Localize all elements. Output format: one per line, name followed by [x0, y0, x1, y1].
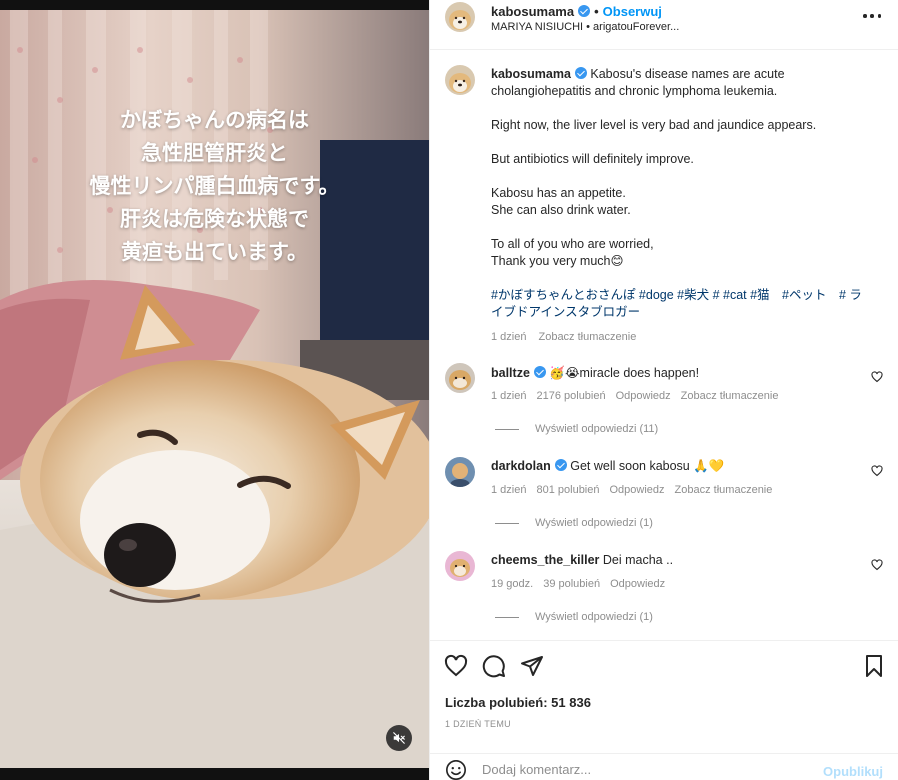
comment-text-row: cheems_the_killer Dei macha .. [491, 553, 673, 567]
comment-text: Dei macha .. [602, 553, 674, 567]
avatar[interactable] [445, 363, 475, 393]
comment-like-heart-icon[interactable] [871, 371, 883, 383]
header-username[interactable]: kabosumama [491, 4, 574, 19]
comment-likes[interactable]: 39 polubień [543, 578, 600, 590]
avatar[interactable] [445, 65, 475, 95]
overlay-line: かぼちゃんの病名は [120, 108, 309, 132]
shiba-avatar-image [445, 65, 475, 95]
comment-text-row: balltze 🥳😭miracle does happen! [491, 365, 699, 381]
comment-text-row: darkdolan Get well soon kabosu 🙏💛 [491, 459, 724, 474]
avatar[interactable] [445, 457, 475, 487]
comment-likes[interactable]: 801 polubień [536, 484, 599, 496]
balltze-avatar-image [445, 363, 475, 393]
comment-likes[interactable]: 2176 polubień [536, 390, 605, 402]
comment-meta: 19 godz. 39 polubień Odpowiedz [491, 578, 675, 590]
likes-count[interactable]: Liczba polubień: 51 836 [445, 695, 591, 710]
verified-badge-icon [574, 67, 587, 79]
view-replies-button[interactable]: Wyświetl odpowiedzi (1) [495, 611, 653, 623]
comment-like-heart-icon[interactable] [871, 559, 883, 571]
overlay-line: 急性胆管肝炎と [141, 141, 288, 165]
comment-text: 🥳😭miracle does happen! [549, 366, 700, 380]
replies-line [495, 616, 519, 618]
see-translation-link[interactable]: Zobacz tłumaczenie [681, 390, 779, 402]
header-audio-subtitle[interactable]: MARIYA NISIUCHI • arigatouForever... [491, 21, 679, 33]
heart-icon[interactable] [444, 654, 468, 678]
more-options-icon[interactable] [863, 10, 881, 22]
view-replies-label: Wyświetl odpowiedzi (11) [535, 423, 659, 435]
caption-paragraph: To all of you who are worried, [491, 237, 654, 251]
caption-text: kabosumama Kabosu's disease names are ac… [491, 66, 871, 346]
reply-button[interactable]: Odpowiedz [616, 390, 671, 402]
replies-line [495, 428, 519, 430]
reply-button[interactable]: Odpowiedz [610, 484, 665, 496]
post-header: kabosumama • Obserwuj MARIYA NISIUCHI • ar… [430, 0, 898, 50]
caption-paragraph: She can also drink water. [491, 203, 631, 217]
verified-badge-icon [554, 459, 567, 471]
post-actions: Liczba polubień: 51 836 1 DZIEŃ TEMU Opu… [430, 640, 898, 780]
publish-button[interactable]: Opublikuj [823, 764, 883, 779]
more-dot [870, 14, 874, 18]
bookmark-icon[interactable] [862, 654, 886, 678]
caption-paragraph: But antibiotics will definitely improve. [491, 152, 694, 166]
more-dot [863, 14, 867, 18]
comment-username[interactable]: balltze [491, 366, 530, 380]
comment-time[interactable]: 1 dzień [491, 390, 526, 402]
speaker-muted-glyph [393, 732, 405, 744]
post-side-panel: kabosumama • Obserwuj MARIYA NISIUCHI • ar… [429, 0, 898, 780]
comment-time[interactable]: 1 dzień [491, 484, 526, 496]
separator-dot: • [594, 4, 599, 19]
header-username-row: kabosumama • Obserwuj [491, 4, 662, 19]
post-timestamp[interactable]: 1 DZIEŃ TEMU [445, 719, 511, 729]
verified-badge-icon [578, 5, 591, 17]
cheems-avatar-image [445, 551, 475, 581]
add-comment-bar: Opublikuj [430, 753, 898, 780]
caption-time[interactable]: 1 dzień [491, 331, 526, 343]
replies-line [495, 522, 519, 524]
see-translation-link[interactable]: Zobacz tłumaczenie [675, 484, 773, 496]
view-replies-label: Wyświetl odpowiedzi (1) [535, 517, 653, 529]
verified-badge-icon [533, 366, 546, 378]
overlay-line: 肝炎は危険な状態で [120, 207, 309, 231]
post-media[interactable]: かぼちゃんの病名は 急性胆管肝炎と 慢性リンパ腫白血病です。 肝炎は危険な状態で… [0, 0, 429, 780]
speaker-muted-icon[interactable] [386, 725, 412, 751]
comment-time[interactable]: 19 godz. [491, 578, 533, 590]
emoji-icon[interactable] [445, 759, 467, 780]
more-dot [877, 14, 881, 18]
media-bottom-bar [0, 768, 429, 780]
comment-input[interactable] [482, 762, 802, 777]
darkdolan-avatar-image [445, 457, 475, 487]
comment-like-heart-icon[interactable] [871, 465, 883, 477]
caption-paragraph: Thank you very much😊 [491, 254, 624, 268]
comment-username[interactable]: cheems_the_killer [491, 553, 599, 567]
shiba-avatar-image [445, 2, 475, 32]
comment-meta: 1 dzień 2176 polubień Odpowiedz Zobacz tłum… [491, 390, 788, 402]
avatar[interactable] [445, 2, 475, 32]
comment-username[interactable]: darkdolan [491, 459, 551, 473]
share-icon[interactable] [520, 654, 544, 678]
view-replies-button[interactable]: Wyświetl odpowiedzi (11) [495, 423, 658, 435]
caption-meta: 1 dzień Zobacz tłumaczenie [491, 329, 871, 346]
view-replies-label: Wyświetl odpowiedzi (1) [535, 611, 653, 623]
reply-button[interactable]: Odpowiedz [610, 578, 665, 590]
comment-meta: 1 dzień 801 polubień Odpowiedz Zobacz tłuma… [491, 484, 782, 496]
overlay-line: 慢性リンパ腫白血病です。 [89, 174, 340, 198]
comment-icon[interactable] [482, 654, 506, 678]
overlay-line: 黄疸も出ています。 [121, 240, 308, 264]
see-translation-link[interactable]: Zobacz tłumaczenie [538, 331, 636, 343]
caption-paragraph: Right now, the liver level is very bad a… [491, 118, 817, 132]
avatar[interactable] [445, 551, 475, 581]
media-top-bar [0, 0, 429, 10]
caption-paragraph: Kabosu has an appetite. [491, 186, 626, 200]
follow-button[interactable]: Obserwuj [603, 4, 662, 19]
video-overlay-caption: かぼちゃんの病名は 急性胆管肝炎と 慢性リンパ腫白血病です。 肝炎は危険な状態で… [0, 104, 429, 269]
comment-text: Get well soon kabosu 🙏💛 [570, 459, 725, 473]
view-replies-button[interactable]: Wyświetl odpowiedzi (1) [495, 517, 653, 529]
caption-username[interactable]: kabosumama [491, 67, 571, 81]
caption-hashtags[interactable]: #かぼすちゃんとおさんぽ #doge #柴犬 # #cat #猫 #ペット # … [491, 287, 871, 321]
